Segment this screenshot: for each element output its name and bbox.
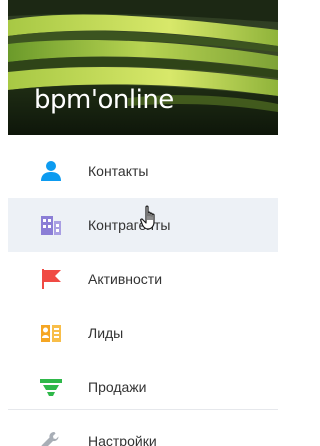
funnel-icon [40, 376, 62, 398]
sidebar-item-contacts[interactable]: Контакты [8, 144, 278, 198]
contact-person-icon [40, 160, 62, 182]
lead-icon [40, 322, 62, 344]
sidebar-item-label: Активности [88, 271, 163, 287]
sidebar-item-label: Лиды [88, 325, 124, 341]
sidebar-item-sales[interactable]: Продажи [8, 360, 278, 414]
sidebar-item-settings[interactable]: Настройки [8, 414, 278, 446]
app-sidebar: bpm'online Контакты Контрагенты Активнос… [0, 0, 278, 446]
sidebar-menu: Контакты Контрагенты Активности Лиды Про… [8, 144, 278, 446]
menu-divider [8, 409, 278, 410]
building-icon [40, 214, 62, 236]
sidebar-item-activities[interactable]: Активности [8, 252, 278, 306]
header-banner: bpm'online [8, 0, 278, 135]
hand-cursor-icon [140, 205, 162, 231]
flag-icon [40, 268, 62, 290]
sidebar-item-leads[interactable]: Лиды [8, 306, 278, 360]
bpmonline-logo: bpm'online [34, 85, 174, 115]
sidebar-item-label: Продажи [88, 379, 147, 395]
sidebar-item-label: Настройки [88, 433, 157, 446]
sidebar-item-label: Контакты [88, 163, 149, 179]
wrench-icon [40, 430, 62, 446]
